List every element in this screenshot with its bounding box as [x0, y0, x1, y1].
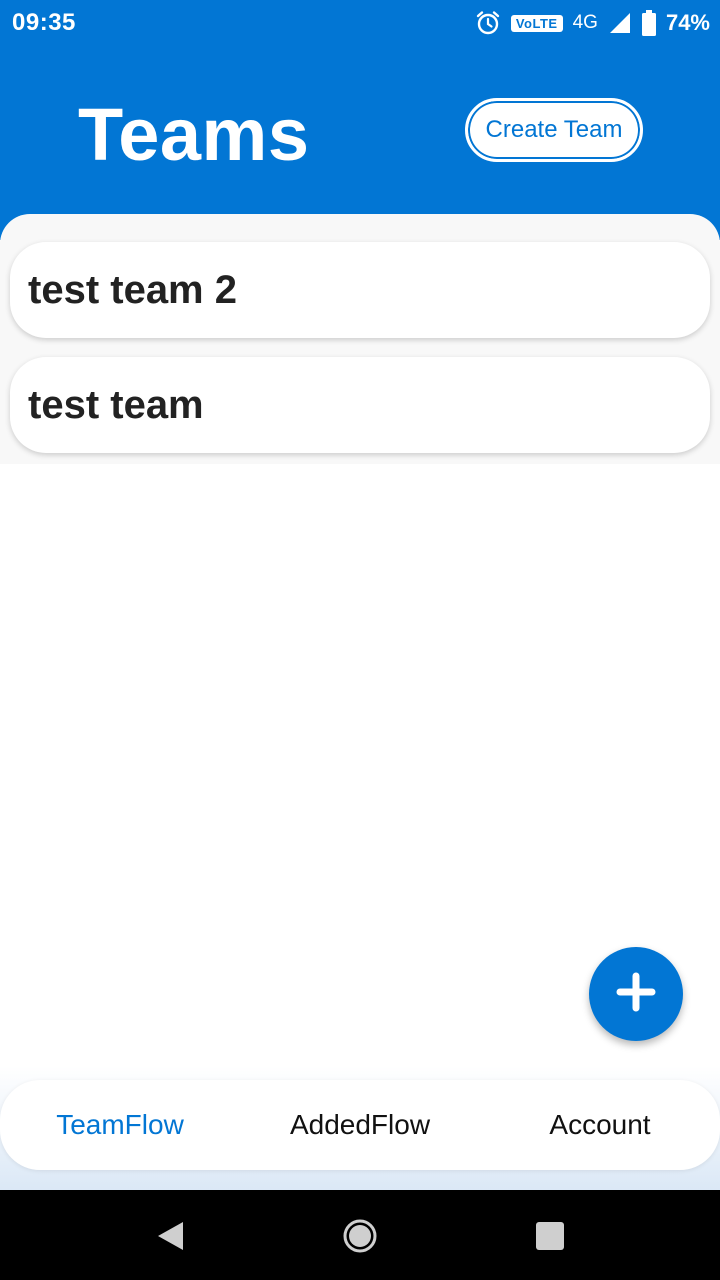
network-type: 4G: [572, 12, 598, 33]
create-team-button[interactable]: Create Team: [465, 98, 643, 162]
battery-icon: [641, 10, 656, 36]
nav-item-account[interactable]: Account: [480, 1080, 720, 1170]
nav-item-addedflow[interactable]: AddedFlow: [240, 1080, 480, 1170]
back-icon[interactable]: [142, 1208, 198, 1264]
volte-badge: VoLTE: [510, 14, 563, 32]
home-icon[interactable]: [332, 1208, 388, 1264]
bottom-navigation: TeamFlow AddedFlow Account: [0, 1080, 720, 1170]
status-time: 09:35: [12, 9, 76, 36]
status-icons: VoLTE 4G 74%: [475, 9, 710, 37]
team-card[interactable]: test team 2: [10, 242, 710, 338]
team-card[interactable]: test team: [10, 357, 710, 453]
team-name: test team 2: [28, 267, 237, 312]
nav-item-teamflow[interactable]: TeamFlow: [0, 1080, 240, 1170]
team-name: test team: [28, 382, 204, 427]
battery-percent: 74%: [665, 10, 710, 35]
status-bar: 09:35 VoLTE 4G 74%: [0, 0, 720, 46]
page-title: Teams: [78, 93, 310, 176]
alarm-icon: [475, 10, 501, 36]
plus-icon: [616, 972, 656, 1017]
add-fab-button[interactable]: [589, 947, 683, 1041]
recents-icon[interactable]: [522, 1208, 578, 1264]
system-navigation-bar: [0, 1190, 720, 1280]
signal-icon: [608, 11, 632, 35]
